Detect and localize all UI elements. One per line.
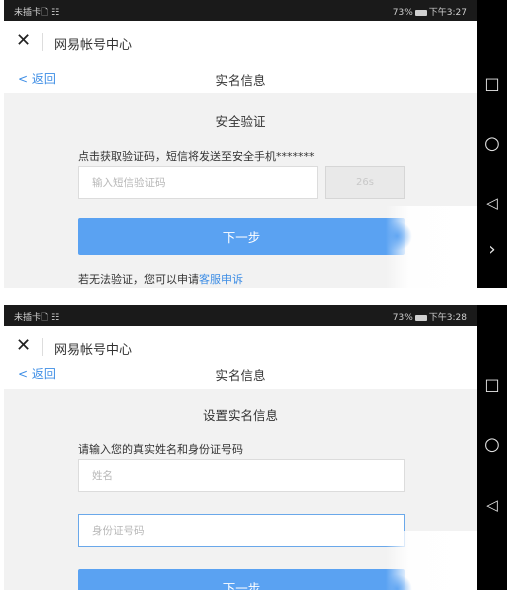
page-header: < 返回 实名信息	[4, 62, 477, 93]
clock: 下午3:27	[428, 8, 467, 18]
page-header: < 返回 实名信息	[4, 361, 477, 389]
page-content: ✕ 网易帐号中心 < 返回 实名信息 设置实名信息 请输入您的真实姓名和身份证号…	[4, 326, 478, 590]
sms-code-input[interactable]: 输入短信验证码	[78, 166, 318, 199]
status-bar: 未插卡🗋 ☷ 73% 下午3:27	[4, 0, 477, 21]
battery-icon	[414, 314, 427, 321]
section-title: 安全验证	[215, 114, 266, 129]
battery-icon	[414, 9, 427, 16]
next-step-button[interactable]: 下一步	[78, 569, 405, 590]
square-icon[interactable]: □	[477, 74, 507, 93]
id-number-input[interactable]: 身份证号码	[78, 514, 405, 547]
page-title: 实名信息	[215, 73, 266, 88]
page-title: 实名信息	[215, 368, 266, 383]
page-content: ✕ 网易帐号中心 < 返回 实名信息 安全验证 点击获取验证码，短信将发送至安全…	[4, 21, 478, 288]
screenshot-top: 未插卡🗋 ☷ 73% 下午3:27 ✕ 网易帐号中心 < 返回 实名信息 安全验证…	[0, 0, 507, 288]
next-step-button[interactable]: 下一步	[78, 218, 405, 255]
square-icon[interactable]: □	[477, 375, 507, 394]
screenshot-bottom: 未插卡🗋 ☷ 73% 下午3:28 ✕ 网易帐号中心 < 返回 实名信息 设置实名…	[0, 305, 507, 590]
close-icon[interactable]: ✕	[16, 30, 31, 51]
back-triangle-icon[interactable]: ◁	[477, 194, 507, 212]
app-title: 网易帐号中心	[54, 38, 133, 53]
battery-percent: 73%	[392, 313, 413, 323]
carrier-status: 未插卡🗋 ☷	[14, 313, 60, 323]
appeal-link[interactable]: 客服申诉	[199, 273, 243, 286]
identity-hint: 请输入您的真实姓名和身份证号码	[78, 443, 243, 456]
back-triangle-icon[interactable]: ◁	[477, 496, 507, 514]
resend-countdown-button[interactable]: 26s	[325, 166, 405, 199]
titlebar-divider	[42, 33, 43, 51]
blur-overlay-blue	[382, 221, 412, 251]
circle-icon[interactable]: ○	[477, 133, 507, 154]
chevron-right-icon[interactable]: ›	[477, 239, 507, 260]
titlebar-divider	[42, 338, 43, 356]
name-input[interactable]: 姓名	[78, 459, 405, 492]
clock: 下午3:28	[428, 313, 467, 323]
carrier-status: 未插卡🗋 ☷	[14, 8, 60, 18]
circle-icon[interactable]: ○	[477, 434, 507, 455]
close-icon[interactable]: ✕	[16, 335, 31, 356]
system-navbar: □ ○ ◁ ›	[477, 0, 507, 288]
section-title: 设置实名信息	[202, 408, 278, 423]
app-title: 网易帐号中心	[54, 343, 133, 358]
appeal-text: 若无法验证，您可以申请客服申诉	[78, 273, 243, 286]
sms-hint: 点击获取验证码，短信将发送至安全手机*******	[78, 150, 315, 163]
system-navbar: □ ○ ◁	[477, 305, 507, 590]
app-titlebar: ✕ 网易帐号中心	[4, 21, 477, 62]
status-bar: 未插卡🗋 ☷ 73% 下午3:28	[4, 305, 477, 326]
battery-percent: 73%	[392, 8, 413, 18]
